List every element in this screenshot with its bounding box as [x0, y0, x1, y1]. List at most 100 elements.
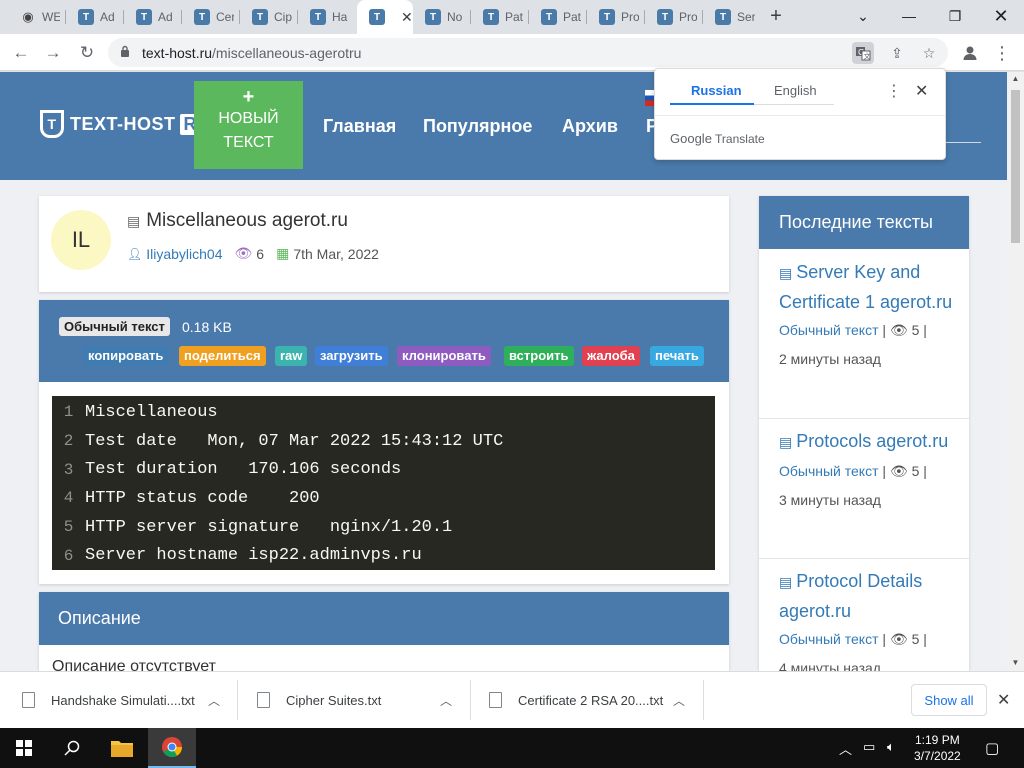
minimize-button[interactable]: — — [886, 0, 932, 32]
sidebar-item-syntax[interactable]: Обычный текст — [779, 322, 879, 338]
browser-tab[interactable]: T Pat — [471, 0, 529, 34]
logo-text: TEXT-HOST — [70, 113, 176, 134]
translate-icon[interactable]: G文 — [852, 42, 874, 64]
action-button[interactable]: печать — [650, 346, 704, 366]
file-icon — [489, 692, 502, 708]
sidebar-item-title[interactable]: Protocol Details agerot.ru — [779, 571, 922, 621]
action-button[interactable]: клонировать — [397, 346, 491, 366]
sidebar-item-views: 5 — [911, 462, 920, 479]
sidebar-item-syntax[interactable]: Обычный текст — [779, 631, 879, 647]
close-icon[interactable]: ✕ — [915, 81, 928, 101]
site-logo[interactable]: T TEXT-HOST RU — [40, 110, 215, 138]
browser-tab[interactable]: T Ad — [66, 0, 124, 34]
url-host: text-host.ru — [142, 45, 213, 61]
new-tab-button[interactable]: + — [765, 6, 787, 28]
browser-tab[interactable]: T Pro — [645, 0, 703, 34]
chrome-icon[interactable] — [148, 728, 196, 768]
address-bar[interactable]: text-host.ru/miscellaneous-agerotru G文 ⇪… — [108, 38, 948, 67]
translate-tab-english[interactable]: English — [774, 83, 817, 98]
author-link[interactable]: Iliyabylich04 — [146, 246, 222, 262]
tab-title: No — [447, 10, 463, 24]
scrollbar-thumb[interactable] — [1011, 90, 1020, 243]
close-tab-icon[interactable]: ✕ — [401, 9, 413, 26]
more-options-icon[interactable]: ⋮ — [886, 81, 902, 101]
browser-tab[interactable]: T Pat — [529, 0, 587, 34]
browser-tab[interactable]: T Ser — [703, 0, 761, 34]
russian-flag-icon[interactable] — [645, 90, 654, 106]
profile-icon[interactable] — [957, 40, 983, 66]
sidebar-item-title[interactable]: Protocols agerot.ru — [796, 431, 948, 451]
chevron-up-icon[interactable]: ︿ — [673, 692, 685, 709]
translate-tab-russian[interactable]: Russian — [691, 83, 742, 98]
volume-icon[interactable]: 🔈︎ — [887, 739, 895, 755]
code-area: 1 Miscellaneous 2 Test date Mon, 07 Mar 202… — [39, 382, 729, 584]
windows-start-icon[interactable] — [0, 728, 48, 768]
url-text: text-host.ru/miscellaneous-agerotru — [142, 45, 361, 61]
menu-kebab-icon[interactable]: ⋮ — [989, 40, 1015, 66]
browser-tab[interactable]: T Pro — [587, 0, 645, 34]
nav-popular[interactable]: Популярное — [423, 116, 532, 137]
chevron-up-icon[interactable]: ︿ — [440, 692, 452, 709]
close-icon[interactable]: ✕ — [997, 690, 1010, 710]
clock[interactable]: 1:19 PM 3/7/2022 — [914, 732, 961, 764]
browser-tab[interactable]: T ✕ — [357, 0, 413, 34]
new-text-button[interactable]: + НОВЫЙ ТЕКСТ — [194, 81, 303, 169]
code-line: 6 Server hostname isp22.adminvps.ru — [52, 541, 715, 570]
lock-icon[interactable] — [120, 45, 130, 57]
line-number: 2 — [63, 432, 74, 451]
share-icon[interactable]: ⇪ — [886, 42, 908, 64]
tab-strip: ◉ WE T Ad T Ad T Cer T Cip T Ha T ✕ T No T Pat T Pat T Pro T Pr… — [0, 0, 1024, 34]
user-icon: 👤︎ — [127, 246, 143, 261]
divider — [703, 680, 704, 720]
nav-home[interactable]: Главная — [323, 116, 396, 137]
search-icon[interactable] — [48, 728, 96, 768]
action-button[interactable]: копировать — [83, 346, 169, 366]
download-item-3[interactable]: Certificate 2 RSA 20....txt ︿ — [489, 678, 699, 722]
bookmark-star-icon[interactable]: ☆ — [918, 42, 940, 64]
network-icon[interactable]: ▭ — [863, 739, 875, 755]
eye-icon: 👁︎ — [234, 245, 253, 261]
chevron-up-icon[interactable]: ︿ — [839, 739, 852, 758]
divider — [470, 680, 471, 720]
chevron-up-icon[interactable]: ︿ — [208, 692, 220, 709]
tab-title: Ser — [737, 10, 755, 24]
download-item-1[interactable]: Handshake Simulati....txt ︿ — [22, 678, 232, 722]
scroll-up-arrow-icon[interactable]: ▲ — [1010, 74, 1021, 83]
nav-archive[interactable]: Архив — [562, 116, 618, 137]
vertical-scrollbar[interactable]: ▲ ▼ — [1007, 72, 1024, 671]
action-button[interactable]: raw — [275, 346, 308, 366]
notifications-icon[interactable]: ▢ — [985, 739, 999, 757]
sidebar-item-syntax[interactable]: Обычный текст — [779, 463, 879, 479]
code-block[interactable]: 1 Miscellaneous 2 Test date Mon, 07 Mar 202… — [52, 396, 715, 570]
browser-tab[interactable]: T No — [413, 0, 471, 34]
tab-search-button[interactable]: ⌄ — [840, 0, 886, 32]
eye-favicon-icon: ◉ — [22, 9, 34, 24]
close-window-button[interactable]: ✕ — [978, 0, 1024, 32]
download-item-2[interactable]: Cipher Suites.txt ︿ — [257, 678, 467, 722]
action-button[interactable]: встроить — [504, 346, 574, 366]
calendar-icon: ▦ — [276, 245, 290, 261]
file-explorer-icon[interactable] — [98, 728, 146, 768]
browser-tab[interactable]: ◉ WE — [8, 0, 66, 34]
browser-tab[interactable]: T Cip — [240, 0, 298, 34]
show-all-button[interactable]: Show all — [911, 684, 987, 716]
action-button[interactable]: поделиться — [179, 346, 266, 366]
action-button[interactable]: жалоба — [582, 346, 640, 366]
code-card: Обычный текст 0.18 KB копировать поделить… — [39, 300, 729, 584]
view-count: 6 — [256, 245, 265, 262]
sidebar-heading: Последние тексты — [759, 196, 969, 249]
reload-button[interactable]: ↻ — [74, 40, 100, 66]
forward-button[interactable]: → — [40, 40, 66, 66]
back-button[interactable]: ← — [8, 40, 34, 66]
download-filename: Certificate 2 RSA 20....txt — [518, 692, 664, 708]
translate-popup: Russian English ⋮ ✕ Google Translate — [654, 68, 946, 160]
maximize-button[interactable]: ❐ — [932, 0, 978, 32]
browser-tab[interactable]: T Ad — [124, 0, 182, 34]
browser-tab[interactable]: T Ha — [298, 0, 356, 34]
sidebar-item-title[interactable]: Server Key and Certificate 1 agerot.ru — [779, 262, 952, 312]
size-label: 0.18 KB — [182, 319, 232, 335]
scroll-down-arrow-icon[interactable]: ▼ — [1010, 658, 1021, 667]
browser-tab[interactable]: T Cer — [182, 0, 240, 34]
action-button[interactable]: загрузить — [315, 346, 388, 366]
code-text: Miscellaneous — [85, 402, 218, 422]
